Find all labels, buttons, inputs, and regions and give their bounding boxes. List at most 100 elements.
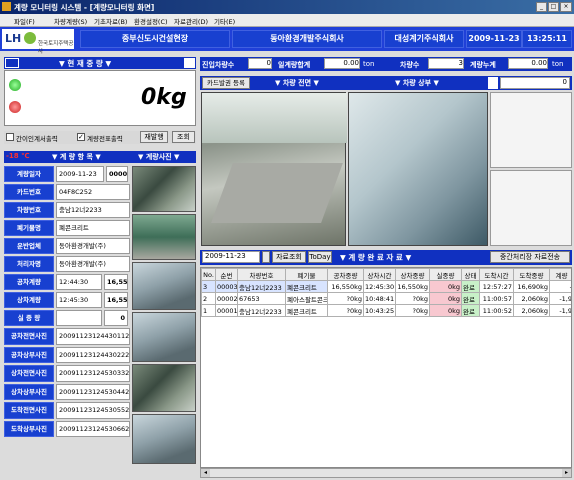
logo: LH 한국토지주택공사 <box>2 29 74 55</box>
ticket-checkbox[interactable] <box>6 133 14 141</box>
column-header[interactable]: 도착중량 <box>513 268 550 281</box>
field-label: 상차상부사진 <box>4 383 54 400</box>
field-label: 상차전면사진 <box>4 365 54 382</box>
column-header[interactable]: 상차중량 <box>395 268 430 281</box>
in-count-value: 0 <box>248 58 272 69</box>
table-cell: 00002 <box>215 292 238 305</box>
time-label: 13:25:11 <box>522 30 572 48</box>
acc-value: 0.00 <box>508 58 548 69</box>
table-cell: ?0kg <box>395 292 430 305</box>
table-cell: 12:45:30 <box>363 280 396 293</box>
window-title: 계량 모니터링 시스템 - [계량모니터링 화면] <box>14 3 155 12</box>
menu-item[interactable]: 환경설정(C) <box>134 16 168 26</box>
field-value: 20091123124530442233 <box>56 383 130 400</box>
field-value: 20091123124430112233 <box>56 328 130 345</box>
horizontal-scrollbar[interactable]: ◂ ▸ <box>200 468 572 478</box>
table-row[interactable]: 2 00002 67653 폐아스팔트콘크 ?0kg 10:48:41 ?0kg 0kg 완료 1… <box>201 292 571 305</box>
table-cell: 11:00:57 <box>479 292 514 305</box>
photo-title: ▼ 계량사진 ▼ <box>138 153 180 161</box>
table-cell: 10:43:25 <box>363 304 396 317</box>
count-value: 3 <box>428 58 464 69</box>
minimize-button[interactable]: _ <box>536 2 547 12</box>
column-header[interactable]: 실중량 <box>429 268 462 281</box>
menu-bar: 파일(F) 차량계량(S) 기초자료(B) 환경설정(C) 자료관리(D) 기타(E) <box>0 14 574 27</box>
card-issue-button[interactable]: 카드발권 등록 <box>202 77 250 89</box>
scroll-left-icon[interactable]: ◂ <box>201 469 210 477</box>
field-label: 공차계량 <box>4 274 54 290</box>
view-button[interactable]: 조회 <box>172 131 195 143</box>
table-cell: ?0kg <box>395 304 430 317</box>
camera-header: 카드발권 등록 ▼ 차량 전면 ▼ ▼ 차량 상부 ▼ 0 <box>200 76 572 90</box>
search-button[interactable]: 자료조회 <box>272 251 306 263</box>
table-row[interactable]: 3 00003 충남12너2233 폐콘크리트 16,550kg 12:45:30 16,5… <box>201 280 571 293</box>
field-label: 공차상부사진 <box>4 346 54 363</box>
right-toggle[interactable] <box>184 58 195 68</box>
field-extra: 00003 <box>106 166 128 182</box>
results-table-area: No. 순번 차량번호 폐기물 공차중량 상차시간 상차중량 실중량 상태 도착시간 도착중량 계량 … <box>200 267 572 468</box>
table-row[interactable]: 1 00001 충남12너2233 폐콘크리트 ?0kg 10:43:25 ?0kg 0kg 완… <box>201 304 571 317</box>
total-value: 0.00 <box>324 58 360 69</box>
photo-1 <box>132 166 196 212</box>
maximize-button[interactable]: □ <box>548 2 559 12</box>
header-bar: LH 한국토지주택공사 중부신도시건설현장 동아환경개발주식회사 대성계기주식회… <box>0 27 574 55</box>
green-light-icon <box>9 79 21 91</box>
camera-toggle[interactable] <box>488 77 498 89</box>
photo-3 <box>132 262 196 310</box>
menu-item[interactable]: 파일(F) <box>14 16 35 26</box>
table-cell: 00003 <box>215 280 238 293</box>
front-camera-view <box>201 92 347 246</box>
menu-item[interactable]: 차량계량(S) <box>54 16 87 26</box>
send-button[interactable]: 중간처리장 자료전송 <box>490 251 570 263</box>
reissue-button[interactable]: 재발행 <box>140 131 168 143</box>
menu-item[interactable]: 기초자료(B) <box>94 16 127 26</box>
menu-item[interactable]: 기타(E) <box>214 16 235 26</box>
print-checkbox[interactable]: ✓ <box>77 133 85 141</box>
results-table: No. 순번 차량번호 폐기물 공차중량 상차시간 상차중량 실중량 상태 도착시간 도착중량 계량 … <box>201 268 571 317</box>
column-header[interactable]: 폐기물 <box>285 268 328 281</box>
column-header[interactable]: 상태 <box>461 268 480 281</box>
field-value: 04F8C252 <box>56 184 130 200</box>
field-label: 도착상부사진 <box>4 420 54 437</box>
table-cell: ?0kg <box>327 304 364 317</box>
total-unit: ton <box>363 60 375 68</box>
column-header[interactable]: 순번 <box>215 268 238 281</box>
acc-unit: ton <box>552 60 564 68</box>
column-header[interactable]: 계량 <box>549 268 571 281</box>
table-cell: 폐콘크리트 <box>285 280 328 293</box>
field-value: 동아환경개발(주) <box>56 238 130 254</box>
front-camera-title: ▼ 차량 전면 ▼ <box>275 79 319 87</box>
table-cell: -1,9 <box>549 292 571 305</box>
field-value: 20091123124430222233 <box>56 346 130 363</box>
table-header-row: No. 순번 차량번호 폐기물 공차중량 상차시간 상차중량 실중량 상태 도착시간 도착중량 계량 <box>201 268 571 281</box>
table-cell: 0kg <box>429 280 462 293</box>
side-view-2 <box>490 170 572 246</box>
column-header[interactable]: 차량번호 <box>237 268 286 281</box>
spinner-icon[interactable] <box>262 251 270 263</box>
field-value: 폐콘크리트 <box>56 220 130 236</box>
column-header[interactable]: 도착시간 <box>479 268 514 281</box>
column-header[interactable]: 공차중량 <box>327 268 364 281</box>
column-header[interactable]: 상차시간 <box>363 268 396 281</box>
side-view-1 <box>490 92 572 168</box>
field-value: 20091123124530332233 <box>56 365 130 382</box>
field-extra: 0 <box>104 310 128 326</box>
left-toggle[interactable] <box>5 58 19 68</box>
photo-6 <box>132 414 196 464</box>
today-button[interactable]: ToDay <box>308 251 332 263</box>
photo-5 <box>132 364 196 412</box>
close-button[interactable]: × <box>560 2 572 12</box>
weigh-item-header: -18 ℃ ▼ 계 량 항 목 ▼ ▼ 계량사진 ▼ <box>4 151 196 163</box>
field-label: 카드번호 <box>4 184 54 200</box>
scroll-right-icon[interactable]: ▸ <box>562 469 571 477</box>
print-check-label: 계량전표출력 <box>87 135 123 143</box>
field-label: 운반업체 <box>4 238 54 254</box>
results-date[interactable]: 2009-11-23 <box>202 251 260 263</box>
field-label: 공차전면사진 <box>4 328 54 345</box>
column-header[interactable]: No. <box>201 268 216 281</box>
total-label: 일계량합계 <box>278 61 311 69</box>
vendor-label: 동아환경개발주식회사 <box>232 30 382 48</box>
table-cell: 67653 <box>237 292 286 305</box>
menu-item[interactable]: 자료관리(D) <box>174 16 208 26</box>
table-cell: 0kg <box>429 292 462 305</box>
table-cell: 16,550kg <box>395 280 430 293</box>
